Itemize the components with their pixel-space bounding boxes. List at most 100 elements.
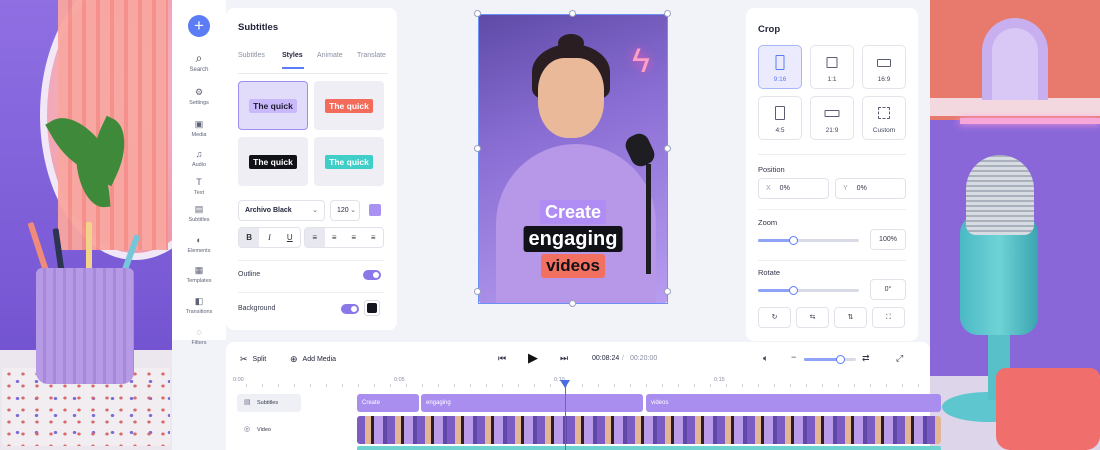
align-left-icon[interactable]: ≡ [305, 228, 325, 247]
ratio-label: 1:1 [827, 76, 837, 83]
volume-icon[interactable]: 🔈︎ [763, 353, 768, 364]
subtitle-clip[interactable]: videos [646, 394, 941, 412]
font-family-dropdown[interactable]: Archivo Black ⌄ [238, 200, 325, 221]
sidebar-item-audio[interactable]: ♫ Audio [172, 150, 226, 169]
font-size-value: 120 [337, 207, 349, 214]
outline-toggle[interactable] [363, 270, 381, 280]
rotate-slider[interactable] [758, 286, 859, 295]
ratio-21-9[interactable]: 21:9 [810, 96, 854, 140]
sidebar-item-filters[interactable]: ◌ Filters [172, 328, 226, 347]
font-size-dropdown[interactable]: 120 ⌄ [330, 200, 360, 221]
landscape-frame-icon [877, 59, 891, 67]
resize-handle[interactable] [474, 288, 481, 295]
ruler-tick [646, 384, 647, 387]
split-button[interactable]: ✂ Split [240, 354, 266, 365]
track-label: Subtitles [257, 400, 279, 406]
ruler-tick [710, 384, 711, 387]
ruler-tick [470, 384, 471, 387]
sidebar-item-settings[interactable]: ⚙ Settings [172, 88, 226, 107]
sidebar-item-subtitles[interactable]: ▤ Subtitles [172, 205, 226, 224]
sidebar-item-transitions[interactable]: ◧ Transitions [172, 297, 226, 316]
resize-handle[interactable] [569, 10, 576, 17]
subtitle-clip[interactable]: Create [357, 394, 419, 412]
rotate-label: Rotate [758, 268, 781, 277]
resize-handle[interactable] [664, 145, 671, 152]
position-y-field[interactable]: Y 0% [835, 178, 906, 199]
skip-forward-icon[interactable]: ⏭ [560, 353, 568, 364]
tab-animate[interactable]: Animate [317, 52, 343, 59]
sidebar-item-label: Transitions [185, 309, 213, 315]
ratio-4-5[interactable]: 4:5 [758, 96, 802, 140]
add-button[interactable]: + [188, 15, 210, 37]
add-media-button[interactable]: ⊕ Add Media [290, 354, 336, 365]
wide-frame-icon [824, 110, 840, 117]
timeline-zoom-knob[interactable] [835, 355, 845, 364]
ratio-16-9[interactable]: 16:9 [862, 45, 906, 89]
video-preview[interactable]: ϟ Create engaging videos [478, 14, 668, 304]
style-preset-black[interactable]: The quick [238, 137, 308, 186]
ruler-tick [694, 384, 695, 387]
playhead-handle[interactable] [560, 380, 570, 388]
zoom-slider-knob[interactable] [788, 236, 798, 245]
sidebar-item-elements[interactable]: ◐ Elements [172, 236, 226, 255]
rotate-icon[interactable]: ↻ [758, 307, 791, 328]
ruler-tick [534, 384, 535, 387]
reset-crop-icon[interactable]: ⛶ [872, 307, 905, 328]
resize-handle[interactable] [474, 10, 481, 17]
tab-translate[interactable]: Translate [357, 52, 386, 59]
text-color-swatch[interactable] [369, 204, 381, 216]
ratio-custom[interactable]: Custom [862, 96, 906, 140]
ruler-tick [278, 384, 279, 387]
align-right-icon[interactable]: ≡ [344, 228, 364, 247]
style-preset-teal[interactable]: The quick [314, 137, 384, 186]
style-preset-lavender[interactable]: The quick [238, 81, 308, 130]
video-clip-thumbnails[interactable] [357, 416, 941, 444]
tab-subtitles[interactable]: Subtitles [238, 52, 265, 59]
video-track-header: ◎ Video [237, 421, 301, 439]
coffee-mug [996, 368, 1100, 450]
subtitle-tabs: Subtitles Styles Animate Translate [238, 52, 388, 74]
rotate-value-field[interactable]: 0° [870, 279, 906, 300]
zoom-out-icon[interactable]: − [791, 352, 796, 362]
underline-button[interactable]: U [280, 228, 300, 247]
ruler-tick [262, 384, 263, 387]
style-preset-coral[interactable]: The quick [314, 81, 384, 130]
caption-line: videos [541, 254, 605, 278]
flip-horizontal-icon[interactable]: ⇆ [796, 307, 829, 328]
align-justify-icon[interactable]: ≡ [364, 228, 384, 247]
bold-button[interactable]: B [239, 228, 260, 247]
text-align-group: ≡ ≡ ≡ ≡ [304, 227, 384, 248]
loop-icon[interactable]: ⇄ [862, 353, 870, 364]
subtitle-clip[interactable]: engaging [421, 394, 643, 412]
resize-handle[interactable] [474, 145, 481, 152]
zoom-value-field[interactable]: 100% [870, 229, 906, 250]
ratio-1-1[interactable]: 1:1 [810, 45, 854, 89]
sidebar-item-search[interactable]: ⌕ Search [172, 52, 226, 73]
outline-label: Outline [238, 271, 261, 278]
timeline-zoom-slider[interactable] [804, 355, 856, 364]
audio-clip[interactable] [357, 446, 941, 450]
background-color-picker[interactable] [364, 300, 380, 316]
ruler-tick [726, 384, 727, 387]
fullscreen-icon[interactable]: ⤢ [896, 353, 903, 364]
resize-handle[interactable] [664, 10, 671, 17]
resize-handle[interactable] [569, 300, 576, 307]
divider [758, 260, 906, 261]
sidebar-item-templates[interactable]: ▦ Templates [172, 266, 226, 285]
sidebar-item-text[interactable]: T Text [172, 178, 226, 197]
align-center-icon[interactable]: ≡ [325, 228, 345, 247]
position-x-field[interactable]: X 0% [758, 178, 829, 199]
ratio-9-16[interactable]: 9:16 [758, 45, 802, 89]
italic-button[interactable]: I [259, 228, 279, 247]
neon-light [960, 118, 1100, 124]
skip-back-icon[interactable]: ⏮ [498, 353, 506, 364]
rotate-slider-knob[interactable] [788, 286, 798, 295]
play-icon[interactable]: ▶ [528, 350, 538, 366]
sidebar-item-media[interactable]: ▣ Media [172, 120, 226, 139]
tab-styles[interactable]: Styles [282, 52, 303, 59]
zoom-slider[interactable] [758, 236, 859, 245]
flip-vertical-icon[interactable]: ⇅ [834, 307, 867, 328]
background-toggle[interactable] [341, 304, 359, 314]
search-icon: ⌕ [195, 51, 203, 65]
resize-handle[interactable] [664, 288, 671, 295]
